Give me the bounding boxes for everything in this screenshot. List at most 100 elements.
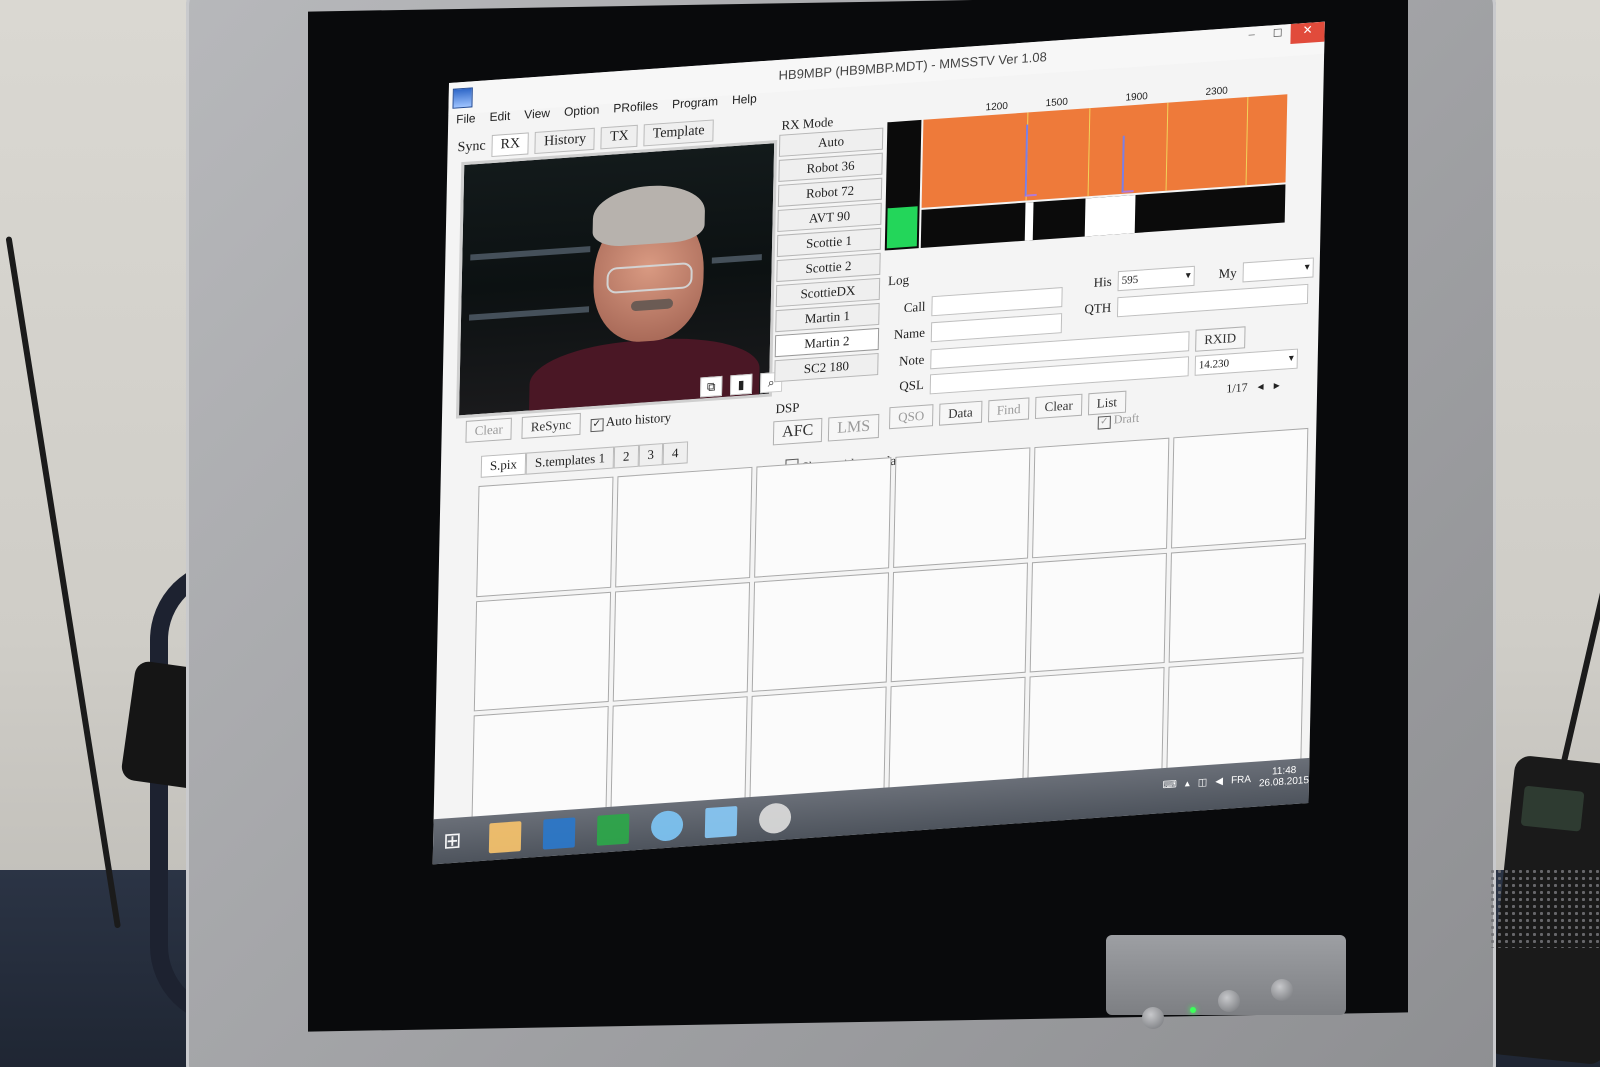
network-icon[interactable]: ◫ bbox=[1198, 777, 1208, 789]
lms-button[interactable]: LMS bbox=[827, 413, 880, 442]
copy-icon[interactable]: ⧉ bbox=[699, 375, 723, 398]
call-label: Call bbox=[903, 298, 926, 316]
log-label: Log bbox=[885, 271, 912, 290]
thumbnail-slot[interactable] bbox=[754, 457, 892, 578]
afc-button[interactable]: AFC bbox=[772, 417, 823, 446]
draft-checkbox[interactable]: ✓ Draft bbox=[1097, 410, 1140, 430]
thumbnail-slot[interactable] bbox=[751, 571, 890, 693]
call-field[interactable] bbox=[931, 287, 1063, 317]
monitor-button[interactable] bbox=[1218, 990, 1240, 1012]
qso-button[interactable]: QSO bbox=[889, 404, 934, 430]
cloud-app-icon[interactable] bbox=[650, 809, 684, 843]
mode-sc2-180[interactable]: SC2 180 bbox=[774, 352, 879, 383]
mode-robot-72[interactable]: Robot 72 bbox=[777, 177, 883, 207]
mode-martin-1[interactable]: Martin 1 bbox=[775, 302, 880, 333]
monitor-button[interactable] bbox=[1142, 1007, 1164, 1029]
mode-avt-90[interactable]: AVT 90 bbox=[777, 202, 882, 233]
close-button[interactable]: ✕ bbox=[1290, 21, 1325, 45]
photo-scene: HB9MBP (HB9MBP.MDT) - MMSSTV Ver 1.08 – … bbox=[0, 0, 1600, 1067]
tab-3[interactable]: 3 bbox=[638, 443, 664, 467]
draft-label: Draft bbox=[1113, 410, 1140, 427]
resync-button[interactable]: ReSync bbox=[521, 412, 581, 439]
rxid-button[interactable]: RXID bbox=[1195, 326, 1246, 352]
menu-option[interactable]: Option bbox=[564, 102, 600, 119]
thumbnail-slot[interactable] bbox=[890, 562, 1028, 683]
tab-4[interactable]: 4 bbox=[662, 441, 688, 466]
color-bars-icon[interactable]: ▮ bbox=[729, 373, 753, 396]
frequency-marker bbox=[1245, 97, 1249, 186]
mmsstv-taskbar-icon[interactable] bbox=[704, 805, 738, 839]
tab-template[interactable]: Template bbox=[643, 119, 714, 147]
window-controls: – ◻ ✕ bbox=[1238, 21, 1325, 52]
system-tray: ⌨ ▴ ◫ ◀ FRA 11:48 26.08.2015 bbox=[1162, 764, 1309, 796]
page-counter: 1/17 bbox=[1226, 380, 1248, 396]
frequency-marker bbox=[1087, 108, 1091, 197]
store-icon[interactable] bbox=[596, 813, 630, 846]
thumbnail-slot[interactable] bbox=[1032, 437, 1170, 558]
find-button[interactable]: Find bbox=[987, 397, 1030, 423]
menu-view[interactable]: View bbox=[524, 106, 550, 122]
my-report-field[interactable] bbox=[1242, 257, 1314, 283]
keyboard-icon[interactable]: ⌨ bbox=[1162, 779, 1177, 791]
tab-rx[interactable]: RX bbox=[491, 132, 530, 158]
clock-date: 26.08.2015 bbox=[1258, 774, 1310, 790]
frequency-field[interactable]: 14.230 bbox=[1194, 348, 1299, 376]
tab-tx[interactable]: TX bbox=[600, 124, 638, 150]
volume-icon[interactable]: ◀ bbox=[1215, 775, 1223, 787]
thumbnail-slot[interactable] bbox=[612, 581, 751, 702]
name-label: Name bbox=[893, 324, 926, 342]
auto-history-checkbox[interactable]: ✓ Auto history bbox=[590, 409, 671, 432]
mode-scottie-1[interactable]: Scottie 1 bbox=[776, 227, 882, 258]
thumbnail-slot[interactable] bbox=[1168, 542, 1306, 664]
tray-arrow-icon[interactable]: ▴ bbox=[1185, 778, 1190, 789]
dsp-label: DSP bbox=[773, 399, 802, 418]
monitor-button[interactable] bbox=[1271, 979, 1293, 1001]
clear-button[interactable]: Clear bbox=[465, 417, 513, 443]
language-indicator[interactable]: FRA bbox=[1231, 773, 1251, 785]
tick-1200: 1200 bbox=[985, 100, 1008, 114]
minimize-button[interactable]: – bbox=[1238, 26, 1264, 48]
mode-robot-36[interactable]: Robot 36 bbox=[778, 152, 883, 182]
mode-scottie-dx[interactable]: ScottieDX bbox=[775, 277, 881, 308]
monitor-speaker-grill bbox=[1489, 868, 1600, 948]
browser-icon[interactable] bbox=[758, 802, 792, 835]
clock[interactable]: 11:48 26.08.2015 bbox=[1259, 764, 1310, 790]
menu-profiles[interactable]: PRofiles bbox=[613, 98, 658, 115]
thumbnail-slot[interactable] bbox=[893, 447, 1031, 568]
log-clear-button[interactable]: Clear bbox=[1035, 393, 1082, 420]
menu-program[interactable]: Program bbox=[672, 94, 718, 111]
data-button[interactable]: Data bbox=[939, 400, 983, 426]
menu-help[interactable]: Help bbox=[732, 91, 757, 107]
menu-edit[interactable]: Edit bbox=[489, 109, 510, 124]
mode-scottie-2[interactable]: Scottie 2 bbox=[776, 252, 881, 283]
thumbnail-slot[interactable] bbox=[473, 591, 612, 712]
restore-button[interactable]: ◻ bbox=[1264, 24, 1290, 46]
thumbnail-slot[interactable] bbox=[1171, 427, 1309, 549]
thumbnail-slot[interactable] bbox=[615, 466, 753, 588]
spectrum-trace bbox=[1121, 134, 1135, 193]
tab-s-templates-1[interactable]: S.templates 1 bbox=[525, 446, 615, 475]
previous-page-icon[interactable]: ◂ bbox=[1257, 379, 1263, 394]
auto-history-label: Auto history bbox=[605, 408, 672, 429]
start-button-icon[interactable] bbox=[443, 828, 467, 854]
menu-file[interactable]: File bbox=[456, 111, 476, 126]
thumbnail-slot[interactable] bbox=[476, 476, 614, 597]
thumbnail-slot[interactable] bbox=[1029, 552, 1167, 673]
radio-display bbox=[1520, 785, 1585, 832]
draft-check-icon: ✓ bbox=[1097, 415, 1111, 430]
his-report-field[interactable]: 595 bbox=[1117, 265, 1195, 292]
person-hair bbox=[592, 182, 706, 248]
next-page-icon[interactable]: ▸ bbox=[1273, 378, 1280, 393]
tab-s-pix[interactable]: S.pix bbox=[480, 452, 527, 478]
dsp-buttons: AFC LMS bbox=[772, 413, 880, 446]
left-antenna bbox=[5, 236, 121, 929]
rx-mode-group: RX Mode Auto Robot 36 Robot 72 AVT 90 Sc… bbox=[774, 113, 884, 386]
mode-martin-2[interactable]: Martin 2 bbox=[774, 327, 880, 358]
monitor-app-icon[interactable] bbox=[542, 817, 576, 850]
file-explorer-icon[interactable] bbox=[488, 821, 522, 854]
his-label: His bbox=[1093, 273, 1112, 290]
tab-2[interactable]: 2 bbox=[613, 444, 639, 469]
qth-label: QTH bbox=[1084, 299, 1112, 317]
name-field[interactable] bbox=[930, 313, 1063, 343]
tab-history[interactable]: History bbox=[534, 127, 596, 155]
